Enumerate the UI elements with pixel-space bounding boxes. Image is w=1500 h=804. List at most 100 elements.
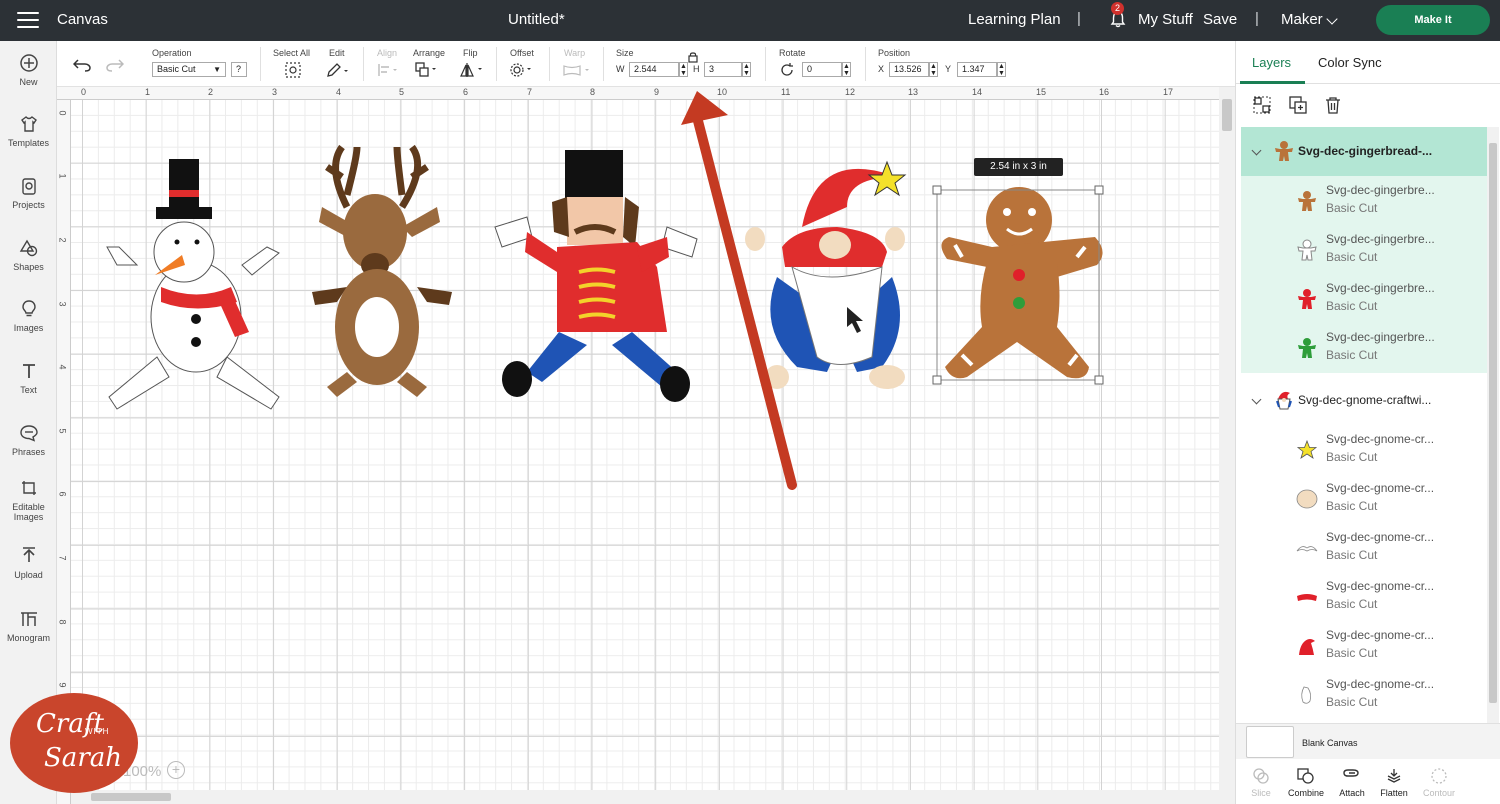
sidebar-item-upload[interactable]: Upload <box>0 546 57 580</box>
y-label: Y <box>945 64 952 74</box>
layer-row[interactable]: Svg-dec-gnome-cr... Basic Cut <box>1241 474 1487 523</box>
layer-row[interactable]: Svg-dec-gnome-cr... Basic Cut <box>1241 523 1487 572</box>
slice-button[interactable]: Slice <box>1236 767 1286 798</box>
canvas-vertical-scrollbar[interactable] <box>1219 87 1235 804</box>
sidebar-item-label: Templates <box>7 138 50 148</box>
my-stuff-link[interactable]: My Stuff <box>1138 11 1193 28</box>
layer-row[interactable]: Svg-dec-gnome-cr... Basic Cut <box>1241 572 1487 621</box>
nutcracker-image[interactable] <box>494 150 698 402</box>
slice-label: Slice <box>1251 788 1271 798</box>
beard-thumbnail-icon <box>1301 686 1312 704</box>
y-input[interactable]: 1.347 <box>957 62 997 77</box>
document-title[interactable]: Untitled* <box>508 11 565 28</box>
sidebar-item-shapes[interactable]: Shapes <box>0 238 57 272</box>
design-canvas[interactable]: 0 1 2 3 4 5 6 7 8 9 10 11 12 13 14 15 16… <box>57 87 1235 804</box>
snowman-image[interactable] <box>106 159 280 410</box>
offset-label: Offset <box>510 48 534 58</box>
layer-row[interactable]: Svg-dec-gingerbre... Basic Cut <box>1241 274 1487 323</box>
x-input[interactable]: 13.526 <box>889 62 929 77</box>
shapes-icon <box>19 239 37 257</box>
contour-button[interactable]: Contour <box>1414 767 1464 798</box>
chevron-down-icon[interactable] <box>1251 394 1262 405</box>
duplicate-icon[interactable] <box>1289 96 1307 114</box>
layer-row[interactable]: Svg-dec-gnome-cr... Basic Cut <box>1241 621 1487 670</box>
blank-canvas-row[interactable]: Blank Canvas <box>1236 723 1500 759</box>
sidebar-item-text[interactable]: Text <box>0 361 57 395</box>
sidebar-item-editable-images[interactable]: Editable Images <box>0 478 57 522</box>
rotate-icon[interactable] <box>779 62 795 78</box>
save-button[interactable]: Save <box>1203 11 1237 28</box>
hamburger-menu-icon[interactable] <box>17 12 39 28</box>
align-icon[interactable] <box>377 63 401 77</box>
sidebar-item-images[interactable]: Images <box>0 299 57 333</box>
sidebar-item-projects[interactable]: Projects <box>0 176 57 210</box>
chevron-down-icon[interactable] <box>1326 13 1338 25</box>
layer-operation: Basic Cut <box>1326 695 1378 709</box>
divider <box>260 47 261 81</box>
divider <box>603 47 604 81</box>
layer-row[interactable]: Svg-dec-gnome-cr... Basic Cut <box>1241 425 1487 474</box>
scrollbar-thumb[interactable] <box>91 793 171 801</box>
undo-icon[interactable] <box>73 58 91 72</box>
layer-group-gingerbread[interactable]: Svg-dec-gingerbread-... <box>1241 127 1487 176</box>
rotate-input[interactable]: 0 <box>802 62 842 77</box>
pencil-icon[interactable] <box>326 62 350 78</box>
sidebar-item-phrases[interactable]: Phrases <box>0 423 57 457</box>
layers-scrollbar[interactable] <box>1487 127 1499 723</box>
logo-text: Sarah <box>44 743 122 773</box>
group-icon[interactable] <box>1253 96 1271 114</box>
rotate-spinner[interactable]: ▲ ▼ <box>842 62 851 77</box>
sidebar-item-monogram[interactable]: Monogram <box>0 609 57 643</box>
layer-row[interactable]: Svg-dec-gingerbre... Basic Cut <box>1241 323 1487 372</box>
height-spinner[interactable]: ▲ ▼ <box>742 62 751 77</box>
help-button[interactable]: ? <box>231 62 247 77</box>
layer-row[interactable]: Svg-dec-gingerbre... Basic Cut <box>1241 176 1487 225</box>
sidebar-item-label: New <box>19 77 38 87</box>
x-label: X <box>878 64 885 74</box>
layer-row[interactable]: Svg-dec-gingerbre... Basic Cut <box>1241 225 1487 274</box>
scrollbar-thumb[interactable] <box>1222 99 1232 131</box>
tab-layers[interactable]: Layers <box>1252 55 1291 70</box>
operation-select[interactable]: Basic Cut ▼ <box>152 62 226 77</box>
canvas-artwork <box>106 91 1104 490</box>
width-input[interactable]: 2.544 <box>629 62 679 77</box>
blank-canvas-swatch[interactable] <box>1246 726 1294 758</box>
layer-name: Svg-dec-gnome-cr... <box>1326 481 1435 495</box>
gnome-image[interactable] <box>745 160 907 389</box>
sidebar-item-templates[interactable]: Templates <box>0 114 57 148</box>
select-all-icon[interactable] <box>285 62 301 78</box>
make-it-button[interactable]: Make It <box>1376 5 1490 35</box>
arrange-icon[interactable] <box>415 62 439 78</box>
redo-icon[interactable] <box>106 58 124 72</box>
x-spinner[interactable]: ▲ ▼ <box>929 62 938 77</box>
layer-name: Svg-dec-gingerbre... <box>1326 281 1435 295</box>
warp-icon[interactable] <box>562 63 592 77</box>
learning-plan-link[interactable]: Learning Plan <box>968 11 1061 28</box>
layer-row[interactable]: Svg-dec-gnome-cr... Basic Cut <box>1241 670 1487 719</box>
layer-name: Svg-dec-gingerbre... <box>1326 183 1435 197</box>
scrollbar-thumb[interactable] <box>1489 143 1497 703</box>
layer-group-gnome[interactable]: Svg-dec-gnome-craftwi... <box>1241 376 1487 425</box>
sidebar-item-new[interactable]: New <box>0 53 57 87</box>
zoom-in-button[interactable]: + <box>167 761 185 779</box>
y-spinner[interactable]: ▲ ▼ <box>997 62 1006 77</box>
select-all-label: Select All <box>273 48 311 58</box>
separator: | <box>1077 10 1081 27</box>
separator: | <box>1255 10 1259 27</box>
canvas-horizontal-scrollbar[interactable] <box>71 790 1219 804</box>
chevron-down-icon[interactable] <box>1251 145 1262 156</box>
lock-icon[interactable] <box>687 51 699 63</box>
trash-icon[interactable] <box>1324 96 1342 114</box>
height-input[interactable]: 3 <box>704 62 742 77</box>
left-sidebar: New Templates Projects Shapes Images Tex… <box>0 41 57 804</box>
layer-name: Svg-dec-gnome-cr... <box>1326 579 1435 593</box>
flip-icon[interactable] <box>459 62 485 78</box>
width-spinner[interactable]: ▲ ▼ <box>679 62 688 77</box>
tab-color-sync[interactable]: Color Sync <box>1318 55 1382 70</box>
gingerbread-image[interactable] <box>941 187 1103 379</box>
reindeer-image[interactable] <box>312 144 452 397</box>
machine-select[interactable]: Maker <box>1281 11 1323 28</box>
combine-button[interactable]: Combine <box>1281 767 1331 798</box>
offset-icon[interactable] <box>509 62 535 78</box>
flatten-button[interactable]: Flatten <box>1369 767 1419 798</box>
